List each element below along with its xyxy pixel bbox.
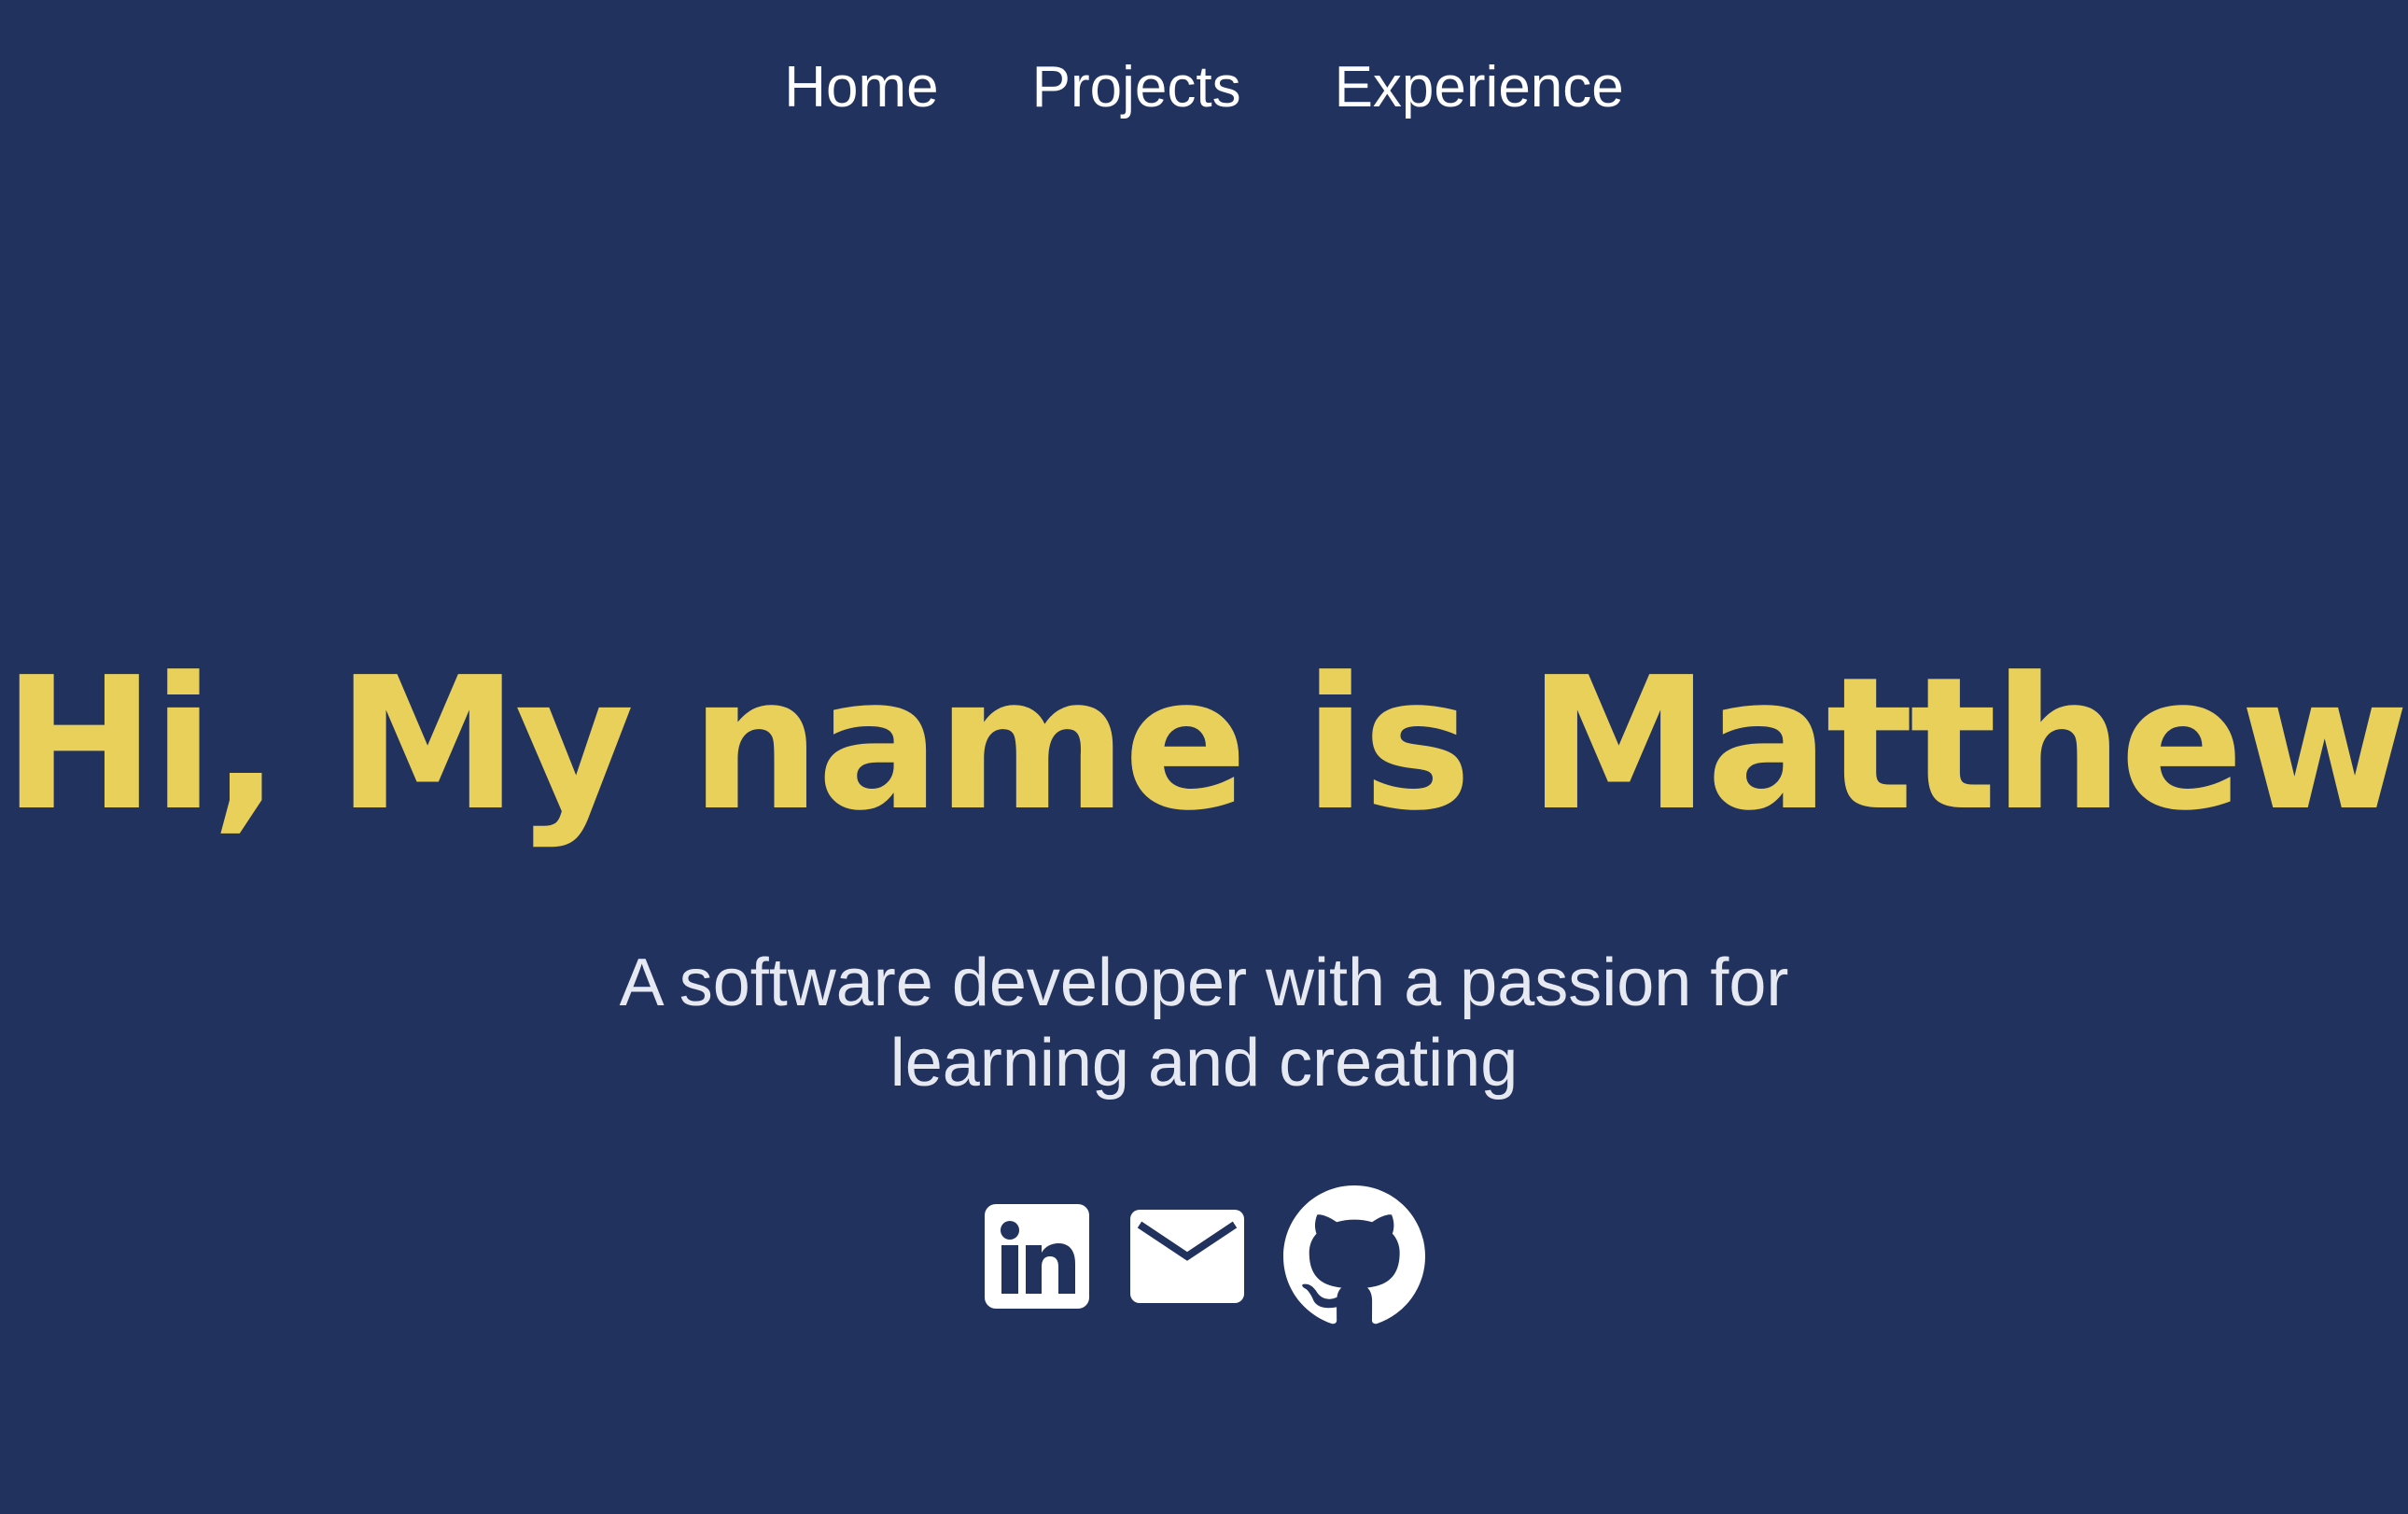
github-link[interactable] [1283,1185,1425,1327]
hero-subtitle: A software developer with a passion for … [619,946,1789,1100]
social-links [0,1185,2408,1327]
page: Home Projects Experience Hi, My name is … [0,0,2408,1514]
nav-link-home[interactable]: Home [784,49,938,127]
top-nav: Home Projects Experience [0,49,2408,127]
nav-link-projects[interactable]: Projects [1032,49,1241,127]
hero-title: Hi, My name is Matthew [2,638,2408,851]
mail-icon [1130,1210,1244,1303]
email-link[interactable] [1128,1208,1246,1305]
github-icon [1283,1185,1425,1325]
linkedin-icon [985,1204,1089,1309]
nav-link-experience[interactable]: Experience [1335,49,1624,127]
linkedin-link[interactable] [983,1202,1091,1311]
